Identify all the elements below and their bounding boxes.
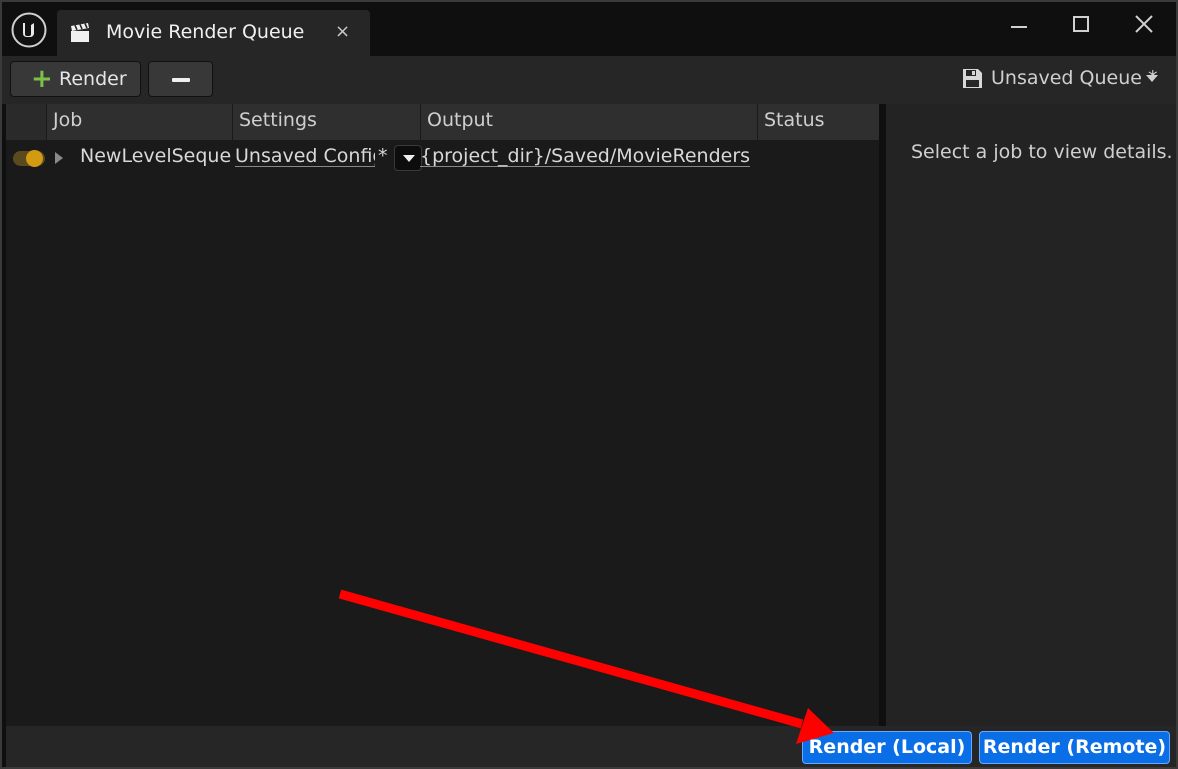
toolbar: + Render Unsaved Queue * [2,56,1176,104]
job-table: Job Settings Output Status NewLevelSeque… [6,104,879,726]
queue-menu-dropdown[interactable]: Unsaved Queue * [960,66,1160,94]
queue-name: Unsaved Queue * [991,67,1158,89]
title-bar: Movie Render Queue × [2,2,1176,56]
save-icon [963,69,982,88]
column-header-job[interactable]: Job [46,104,232,140]
chevron-down-icon [403,155,415,162]
tab-movie-render-queue[interactable]: Movie Render Queue × [57,10,370,56]
plus-icon: + [31,64,53,94]
tab-close-button[interactable]: × [335,21,350,42]
column-header-settings[interactable]: Settings [232,104,420,140]
remove-job-button[interactable] [148,61,213,97]
column-header-status[interactable]: Status [757,104,879,140]
settings-modified-marker: * [378,145,388,167]
chevron-down-icon [1146,75,1158,82]
expand-arrow-icon[interactable] [55,152,63,164]
add-render-label: Render [59,68,127,90]
details-empty-message: Select a job to view details. [911,141,1173,163]
job-enabled-toggle[interactable] [13,150,45,167]
clapperboard-icon [71,23,89,42]
minus-icon [172,78,190,82]
bottom-bar: Render (Local) Render (Remote) [6,726,1176,767]
table-row[interactable]: NewLevelSequen Unsaved Config * {project… [6,140,879,176]
settings-config-link[interactable]: Unsaved Config [235,145,375,167]
column-header-output[interactable]: Output [420,104,757,140]
column-header-enabled[interactable] [6,104,46,140]
details-panel: Select a job to view details. [886,104,1176,726]
tab-title: Movie Render Queue [106,21,305,43]
render-remote-button[interactable]: Render (Remote) [979,731,1170,764]
add-render-job-button[interactable]: + Render [10,61,141,97]
minimize-icon[interactable] [1006,12,1032,38]
render-local-button[interactable]: Render (Local) [802,731,972,764]
table-header: Job Settings Output Status [6,104,879,140]
movie-render-queue-window: Movie Render Queue × + Render Unsaved Qu… [0,0,1178,769]
job-name[interactable]: NewLevelSequen [80,145,232,167]
unreal-engine-logo-icon[interactable] [11,12,47,48]
maximize-icon[interactable] [1068,12,1094,38]
close-icon[interactable] [1131,12,1157,38]
toggle-knob [26,150,43,167]
settings-preset-dropdown[interactable] [394,145,422,171]
output-path-link[interactable]: {project_dir}/Saved/MovieRenders/ [420,145,750,167]
